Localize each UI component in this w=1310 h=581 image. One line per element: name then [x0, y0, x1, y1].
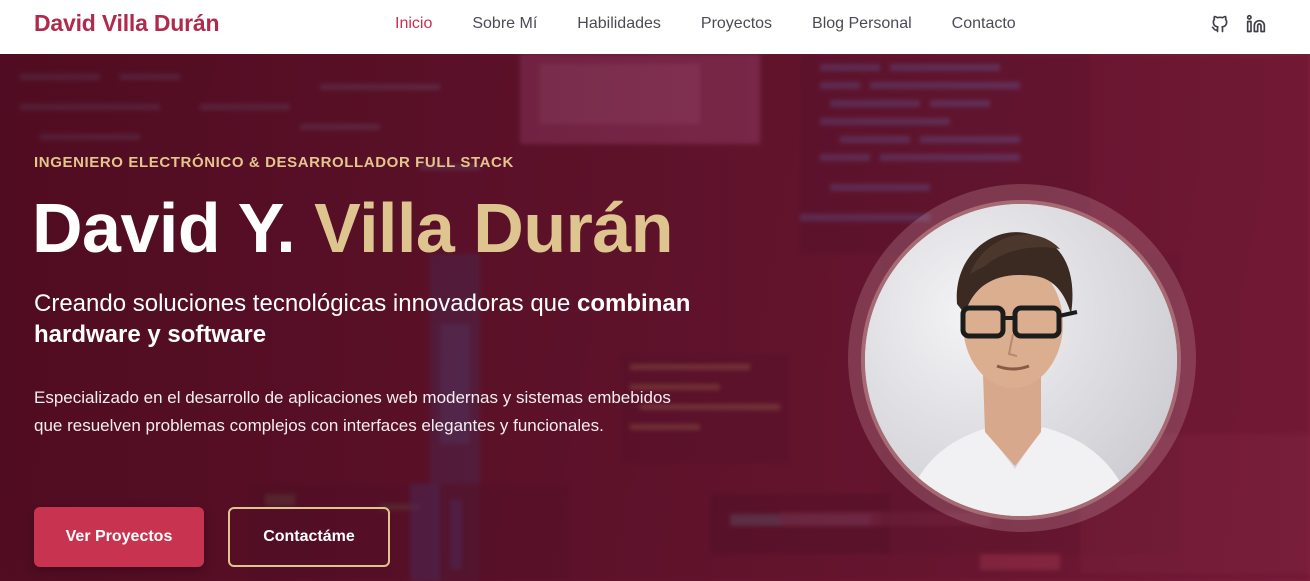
hero-section: INGENIERO ELECTRÓNICO & DESARROLLADOR FU…	[0, 54, 1310, 581]
nav-item-contacto[interactable]: Contacto	[952, 15, 1016, 33]
social-links	[1210, 13, 1266, 35]
main-nav: Inicio Sobre Mí Habilidades Proyectos Bl…	[395, 15, 1016, 33]
hero-title: David Y. Villa Durán	[32, 188, 674, 268]
hero-subtitle: Creando soluciones tecnológicas innovado…	[34, 288, 734, 350]
profile-portrait-image	[865, 204, 1177, 516]
view-projects-button[interactable]: Ver Proyectos	[34, 507, 204, 567]
hero-description: Especializado en el desarrollo de aplica…	[34, 388, 671, 435]
nav-item-inicio[interactable]: Inicio	[395, 15, 432, 33]
hero-subtitle-lead: Creando soluciones tecnológicas innovado…	[34, 290, 578, 317]
nav-item-sobre-mi[interactable]: Sobre Mí	[472, 15, 537, 33]
linkedin-link[interactable]	[1246, 13, 1266, 35]
github-link[interactable]	[1210, 13, 1230, 35]
nav-item-habilidades[interactable]: Habilidades	[577, 15, 661, 33]
hero-title-first: David Y.	[32, 189, 296, 267]
nav-item-blog-personal[interactable]: Blog Personal	[812, 15, 912, 33]
github-icon	[1211, 15, 1228, 33]
nav-item-proyectos[interactable]: Proyectos	[701, 15, 772, 33]
profile-photo	[861, 200, 1181, 520]
navbar: David Villa Durán Inicio Sobre Mí Habili…	[0, 0, 1310, 54]
brand-logo[interactable]: David Villa Durán	[34, 10, 220, 37]
hero-title-second: Villa Durán	[314, 189, 674, 267]
hero-eyebrow: INGENIERO ELECTRÓNICO & DESARROLLADOR FU…	[34, 154, 514, 171]
contact-button[interactable]: Contactáme	[228, 507, 390, 567]
linkedin-icon	[1246, 14, 1266, 33]
